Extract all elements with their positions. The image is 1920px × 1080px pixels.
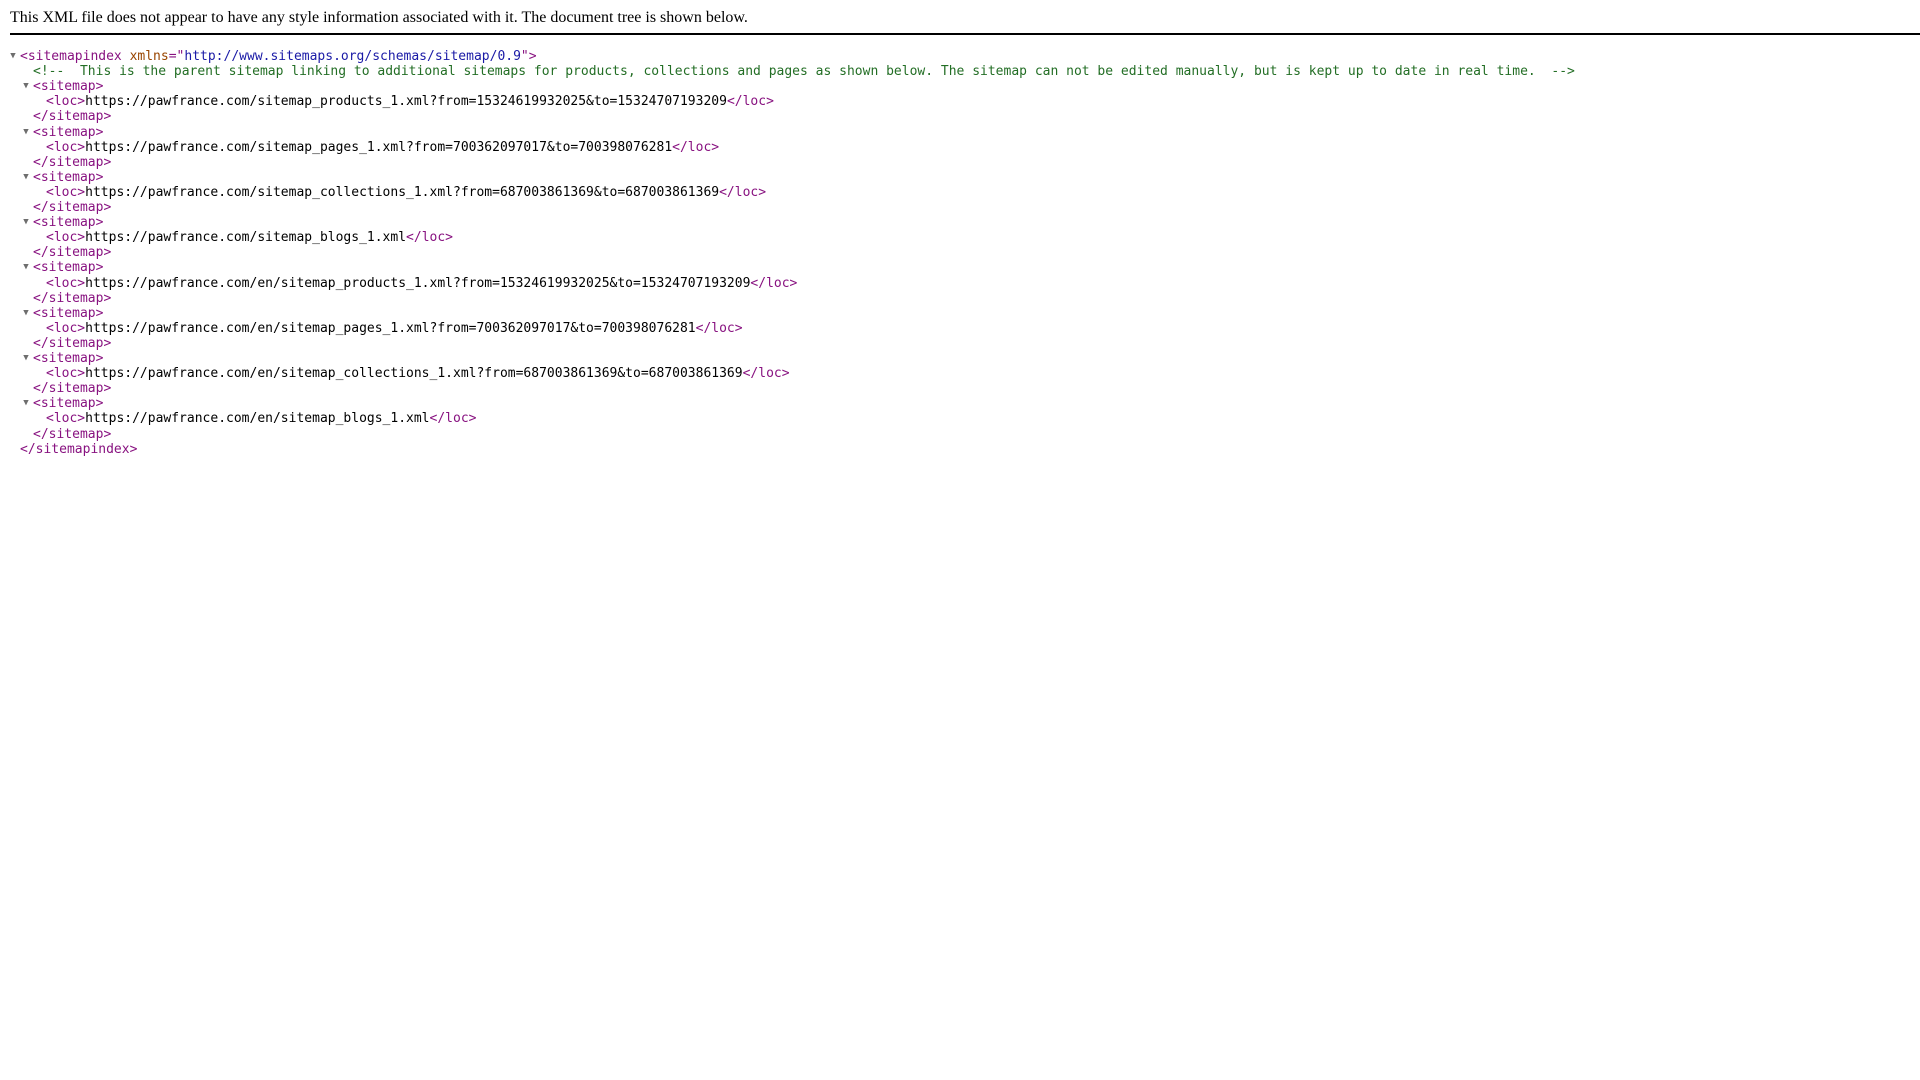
sitemap-close-line: </sitemap> (33, 381, 111, 396)
collapse-triangle-icon[interactable]: ▼ (21, 306, 31, 321)
sitemap-url: https://pawfrance.com/sitemap_products_1… (85, 94, 727, 110)
sitemap-open-tag: <sitemap> (33, 215, 104, 231)
sitemap-open-tag: <sitemap> (33, 396, 104, 412)
collapse-triangle-icon[interactable]: ▼ (21, 396, 31, 411)
sitemapindex-open-tag: <sitemapindex (20, 49, 122, 64)
loc-open-tag: <loc> (46, 139, 86, 155)
loc-line: <loc>https://pawfrance.com/sitemap_pages… (46, 140, 719, 155)
collapse-triangle-icon[interactable]: ▼ (21, 170, 31, 185)
sitemap-open-line: <sitemap> (33, 306, 103, 321)
loc-open-tag: <loc> (46, 94, 86, 110)
collapse-triangle-icon[interactable]: ▼ (8, 49, 18, 64)
sitemap-close-line: </sitemap> (33, 336, 111, 351)
sitemap-open-tag: <sitemap> (33, 79, 104, 95)
collapse-triangle-icon[interactable]: ▼ (21, 215, 31, 230)
loc-close-tag: </loc> (750, 275, 798, 291)
sitemap-close-tag: </sitemap> (33, 245, 112, 261)
collapse-triangle-icon[interactable]: ▼ (21, 351, 31, 366)
sitemap-url: https://pawfrance.com/sitemap_blogs_1.xm… (85, 230, 407, 246)
sitemap-open-line: <sitemap> (33, 79, 103, 94)
sitemap-close-line: </sitemap> (33, 245, 111, 260)
loc-open-tag: <loc> (46, 184, 86, 200)
loc-open-tag: <loc> (46, 275, 86, 291)
sitemap-close-tag: </sitemap> (33, 109, 112, 125)
loc-open-tag: <loc> (46, 230, 86, 246)
loc-open-tag: <loc> (46, 320, 86, 336)
sitemap-close-tag: </sitemap> (33, 426, 112, 442)
loc-line: <loc>https://pawfrance.com/en/sitemap_pa… (46, 321, 743, 336)
loc-close-tag: </loc> (672, 139, 720, 155)
loc-close-tag: </loc> (695, 320, 743, 336)
sitemap-open-line: <sitemap> (33, 125, 103, 140)
loc-close-tag: </loc> (406, 230, 454, 246)
sitemap-open-line: <sitemap> (33, 260, 103, 275)
sitemap-open-line: <sitemap> (33, 170, 103, 185)
sitemap-open-tag: <sitemap> (33, 260, 104, 276)
sitemap-url: https://pawfrance.com/sitemap_pages_1.xm… (85, 139, 673, 155)
sitemap-url: https://pawfrance.com/sitemap_collection… (85, 184, 720, 200)
xmlns-attribute-name: xmlns (129, 49, 169, 64)
sitemap-close-tag: </sitemap> (33, 290, 112, 306)
sitemap-close-tag: </sitemap> (33, 200, 112, 215)
sitemap-url: https://pawfrance.com/en/sitemap_blogs_1… (85, 411, 430, 427)
root-open-line: <sitemapindex xmlns="http://www.sitemaps… (20, 49, 537, 64)
loc-line: <loc>https://pawfrance.com/en/sitemap_pr… (46, 276, 797, 291)
sitemap-close-tag: </sitemap> (33, 154, 112, 170)
collapse-triangle-icon[interactable]: ▼ (21, 260, 31, 275)
sitemap-url: https://pawfrance.com/en/sitemap_pages_1… (85, 320, 696, 336)
sitemap-url: https://pawfrance.com/en/sitemap_collect… (85, 366, 743, 382)
sitemap-close-line: </sitemap> (33, 200, 111, 215)
loc-line: <loc>https://pawfrance.com/sitemap_blogs… (46, 230, 453, 245)
sitemapindex-close-tag: </sitemapindex> (20, 441, 138, 457)
root-close-line: </sitemapindex> (20, 442, 137, 457)
sitemap-comment: <!-- This is the parent sitemap linking … (33, 64, 1575, 79)
loc-line: <loc>https://pawfrance.com/en/sitemap_bl… (46, 411, 476, 426)
loc-close-tag: </loc> (742, 366, 790, 382)
collapse-triangle-icon[interactable]: ▼ (21, 125, 31, 140)
sitemap-open-line: <sitemap> (33, 351, 103, 366)
sitemap-open-tag: <sitemap> (33, 351, 104, 366)
no-style-info-message: This XML file does not appear to have an… (10, 9, 748, 26)
loc-close-tag: </loc> (719, 184, 767, 200)
sitemap-close-tag: </sitemap> (33, 335, 112, 351)
loc-line: <loc>https://pawfrance.com/en/sitemap_co… (46, 366, 790, 381)
sitemap-open-tag: <sitemap> (33, 305, 104, 321)
sitemap-close-tag: </sitemap> (33, 381, 112, 397)
attribute-close-quote: "> (520, 49, 537, 64)
sitemap-close-line: </sitemap> (33, 427, 111, 442)
collapse-triangle-icon[interactable]: ▼ (21, 79, 31, 94)
sitemap-url: https://pawfrance.com/en/sitemap_product… (85, 275, 751, 291)
attribute-equals-quote: =" (168, 49, 185, 64)
xmlns-attribute-value: http://www.sitemaps.org/schemas/sitemap/… (184, 49, 521, 64)
header-divider (10, 33, 1920, 35)
sitemap-close-line: </sitemap> (33, 291, 111, 306)
sitemap-open-tag: <sitemap> (33, 124, 104, 140)
loc-open-tag: <loc> (46, 366, 86, 382)
loc-line: <loc>https://pawfrance.com/sitemap_colle… (46, 185, 766, 200)
loc-close-tag: </loc> (726, 94, 774, 110)
sitemap-close-line: </sitemap> (33, 109, 111, 124)
sitemap-open-line: <sitemap> (33, 396, 103, 411)
sitemap-open-line: <sitemap> (33, 215, 103, 230)
loc-open-tag: <loc> (46, 411, 86, 427)
sitemap-close-line: </sitemap> (33, 155, 111, 170)
loc-line: <loc>https://pawfrance.com/sitemap_produ… (46, 94, 774, 109)
loc-close-tag: </loc> (429, 411, 477, 427)
sitemap-open-tag: <sitemap> (33, 169, 104, 185)
